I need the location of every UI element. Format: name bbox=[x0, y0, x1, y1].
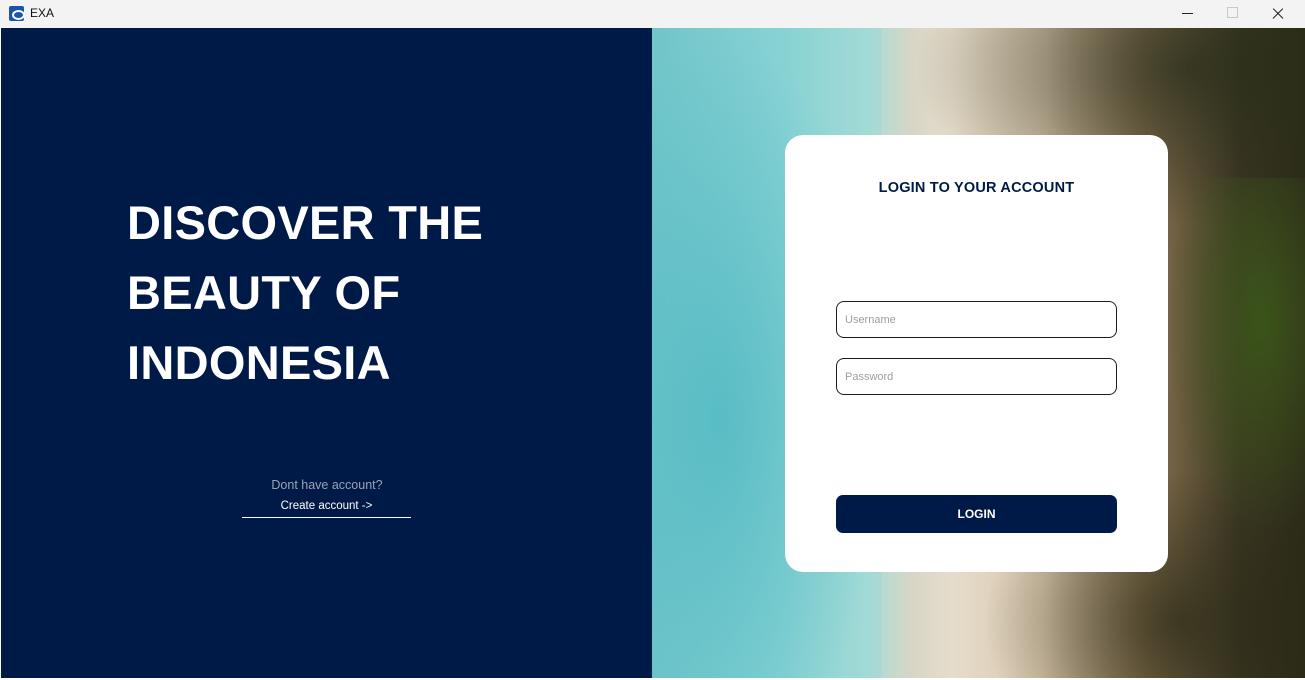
hero-headline-line-1: DISCOVER THE bbox=[127, 196, 484, 249]
minimize-icon[interactable] bbox=[1164, 0, 1210, 28]
hero-headline-line-2: BEAUTY OF bbox=[127, 266, 401, 319]
login-card: LOGIN TO YOUR ACCOUNT LOGIN bbox=[785, 135, 1168, 572]
create-account-link[interactable]: Create account -> bbox=[242, 500, 411, 518]
username-input[interactable] bbox=[836, 301, 1117, 338]
login-button[interactable]: LOGIN bbox=[836, 495, 1117, 533]
hero-headline-line-3: INDONESIA bbox=[127, 336, 391, 389]
maximize-icon[interactable] bbox=[1209, 0, 1255, 28]
exa-logo-icon bbox=[9, 6, 25, 21]
password-input[interactable] bbox=[836, 358, 1117, 395]
hero-panel: DISCOVER THE BEAUTY OF INDONESIA Dont ha… bbox=[1, 28, 652, 678]
window-title-bar: EXA bbox=[0, 0, 1305, 28]
window-title: EXA bbox=[30, 6, 55, 20]
palm-tree bbox=[1165, 178, 1305, 538]
close-icon[interactable] bbox=[1255, 0, 1301, 28]
hero-headline: DISCOVER THE BEAUTY OF INDONESIA bbox=[127, 188, 627, 398]
no-account-text: Dont have account? bbox=[271, 478, 383, 492]
login-title: LOGIN TO YOUR ACCOUNT bbox=[878, 180, 1075, 196]
